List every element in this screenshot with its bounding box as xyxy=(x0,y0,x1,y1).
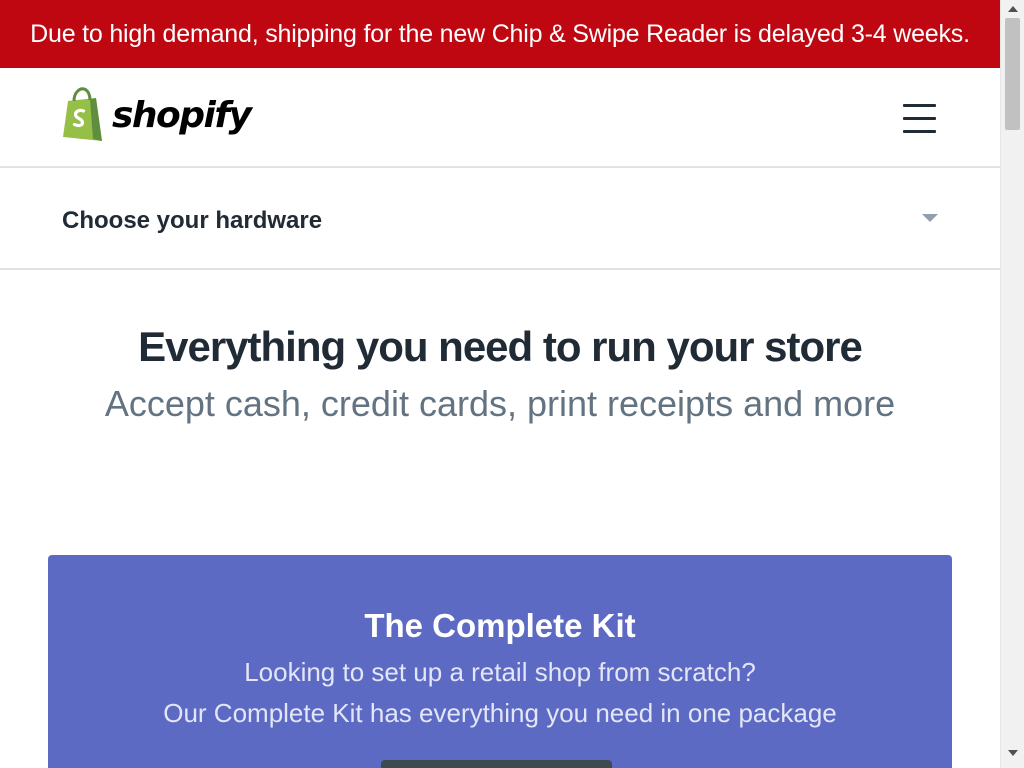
kit-cta-button[interactable] xyxy=(381,760,612,768)
page: Due to high demand, shipping for the new… xyxy=(0,0,1000,768)
hero-title: Everything you need to run your store xyxy=(138,323,863,370)
complete-kit-card: The Complete Kit Looking to set up a ret… xyxy=(48,555,952,768)
hero-subtitle: Accept cash, credit cards, print receipt… xyxy=(104,383,896,424)
hamburger-menu-icon-bar xyxy=(903,116,936,120)
logo-wordmark: shopify xyxy=(112,94,252,136)
shipping-delay-banner: Due to high demand, shipping for the new… xyxy=(0,0,1000,68)
shopify-bag-icon xyxy=(63,87,102,141)
hamburger-menu-icon-bar xyxy=(903,129,936,133)
hardware-selector-label: Choose your hardware xyxy=(62,207,323,234)
site-header: shopify xyxy=(0,68,1000,168)
scroll-down-arrow-icon[interactable] xyxy=(1008,750,1018,756)
kit-description-line-1: Looking to set up a retail shop from scr… xyxy=(244,657,756,687)
banner-text: Due to high demand, shipping for the new… xyxy=(30,19,970,48)
hardware-selector[interactable]: Choose your hardware xyxy=(0,170,1000,270)
kit-title: The Complete Kit xyxy=(364,607,636,644)
caret-down-icon xyxy=(922,214,938,222)
vertical-scrollbar[interactable] xyxy=(1000,0,1024,768)
kit-description-line-2: Our Complete Kit has everything you need… xyxy=(163,698,837,728)
shopify-logo-link[interactable]: shopify xyxy=(60,87,252,143)
scrollbar-thumb[interactable] xyxy=(1005,18,1020,130)
scroll-up-arrow-icon[interactable] xyxy=(1008,6,1018,12)
hamburger-menu-icon xyxy=(903,103,936,107)
hamburger-menu-button[interactable] xyxy=(903,98,943,138)
